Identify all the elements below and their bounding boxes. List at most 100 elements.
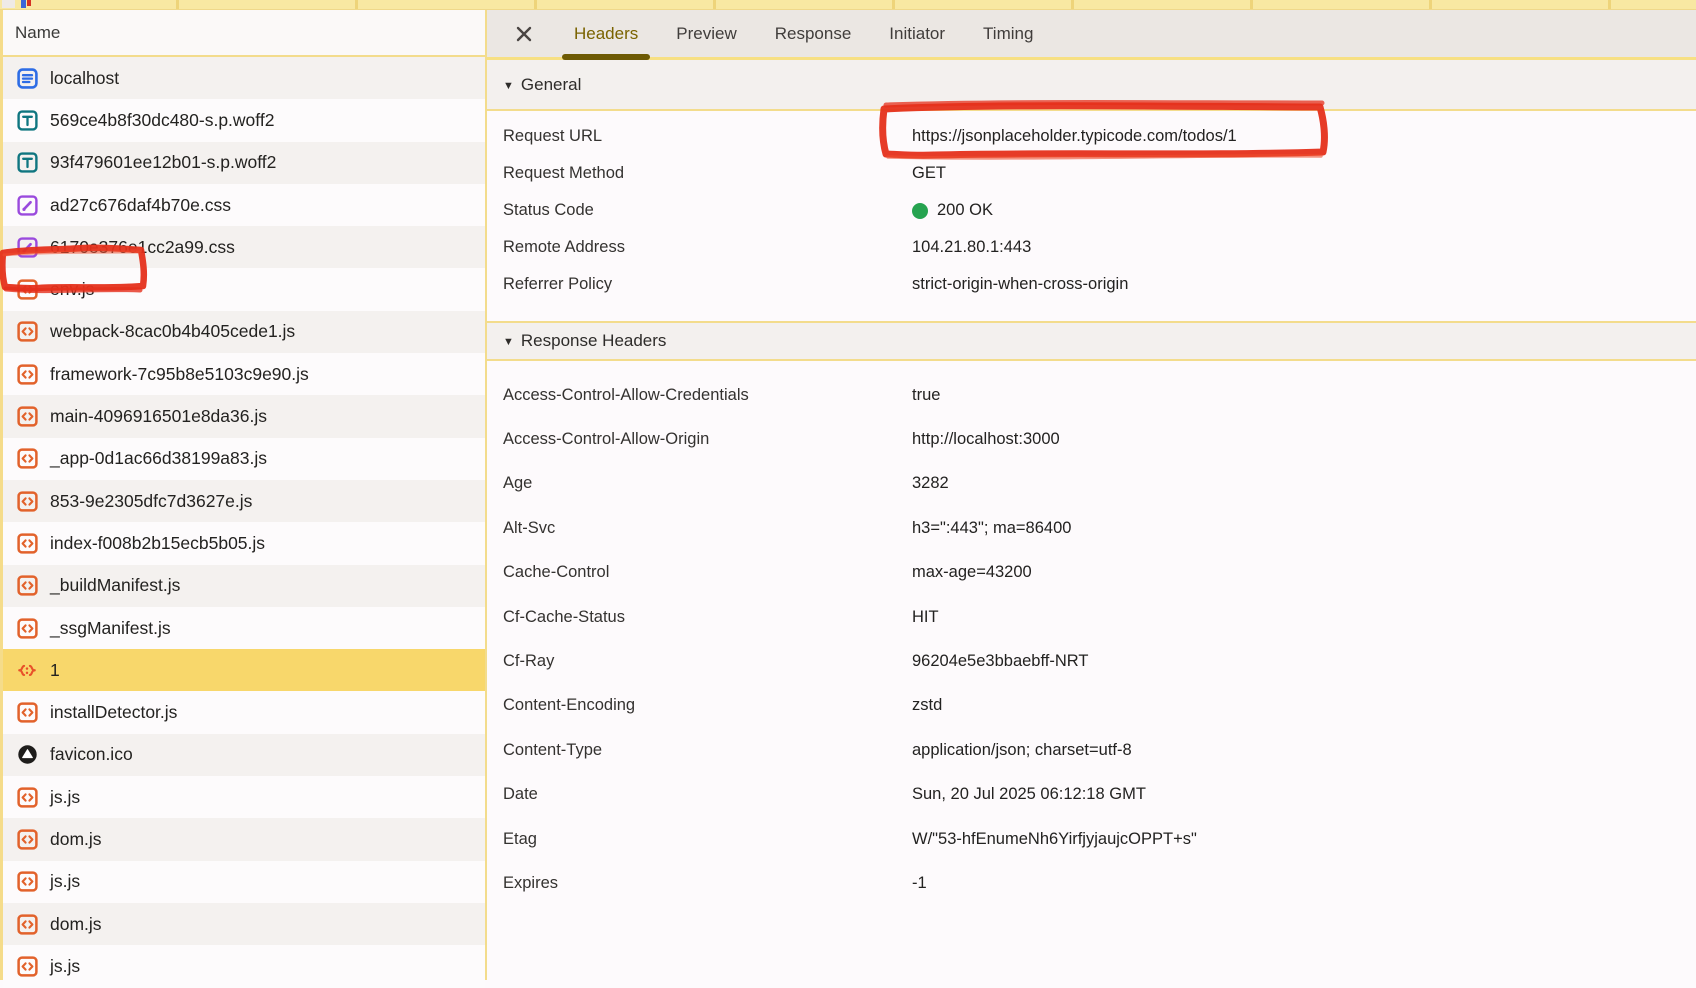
general-section-body: Request URLhttps://jsonplaceholder.typic…: [487, 111, 1696, 303]
network-request-row-dom.js[interactable]: dom.js: [3, 903, 485, 945]
header-row-date: DateSun, 20 Jul 2025 06:12:18 GMT: [487, 773, 1696, 817]
network-request-row-main-4096916501e8da36.js[interactable]: main-4096916501e8da36.js: [3, 395, 485, 437]
tab-preview[interactable]: Preview: [676, 10, 736, 57]
general-section-header[interactable]: ▼ General: [487, 60, 1696, 111]
network-request-row-dom.js[interactable]: dom.js: [3, 818, 485, 860]
network-request-row-js.js[interactable]: js.js: [3, 776, 485, 818]
header-value: zstd: [912, 696, 942, 715]
header-name: Request URL: [503, 127, 912, 146]
network-request-row-installDetector.js[interactable]: installDetector.js: [3, 691, 485, 733]
request-name-label: env.js: [50, 279, 94, 300]
request-name-label: 6170e376e1cc2a99.css: [50, 237, 235, 258]
header-row-cf-ray: Cf-Ray96204e5e3bbaebff-NRT: [487, 639, 1696, 683]
request-name-label: webpack-8cac0b4b405cede1.js: [50, 321, 295, 342]
name-column-label: Name: [15, 23, 60, 43]
overview-gap: [2, 0, 15, 8]
network-request-row-569ce4b8f30dc480-s.p.woff2[interactable]: 569ce4b8f30dc480-s.p.woff2: [3, 99, 485, 141]
header-name: Request Method: [503, 164, 912, 183]
script-icon: [16, 448, 38, 470]
header-value: Sun, 20 Jul 2025 06:12:18 GMT: [912, 785, 1146, 804]
network-request-row-_ssgManifest.js[interactable]: _ssgManifest.js: [3, 607, 485, 649]
header-value: HIT: [912, 608, 939, 627]
header-row-remote-address: Remote Address104.21.80.1:443: [487, 229, 1696, 266]
request-name-label: framework-7c95b8e5103c9e90.js: [50, 364, 309, 385]
network-request-row-framework-7c95b8e5103c9e90.js[interactable]: framework-7c95b8e5103c9e90.js: [3, 353, 485, 395]
triangle-down-icon: ▼: [503, 336, 514, 348]
network-request-row-env.js[interactable]: env.js: [3, 268, 485, 310]
script-icon: [16, 955, 38, 977]
general-section-title: General: [521, 75, 581, 95]
script-icon: [16, 279, 38, 301]
response-headers-section-body: Access-Control-Allow-CredentialstrueAcce…: [487, 361, 1696, 906]
header-name: Expires: [503, 874, 912, 893]
request-name-label: ad27c676daf4b70e.css: [50, 195, 231, 216]
tab-initiator[interactable]: Initiator: [889, 10, 945, 57]
network-overview-strip[interactable]: [0, 0, 1696, 10]
request-details-panel: Headers Preview Response Initiator Timing ▼ …: [487, 10, 1696, 980]
header-row-age: Age3282: [487, 462, 1696, 506]
script-icon: [16, 321, 38, 343]
request-name-label: dom.js: [50, 914, 102, 935]
request-name-label: installDetector.js: [50, 702, 177, 723]
header-name: Cf-Ray: [503, 652, 912, 671]
request-name-label: 569ce4b8f30dc480-s.p.woff2: [50, 110, 274, 131]
details-tab-bar: Headers Preview Response Initiator Timing: [487, 10, 1696, 60]
close-icon: [514, 24, 534, 44]
network-request-row-853-9e2305dfc7d3627e.js[interactable]: 853-9e2305dfc7d3627e.js: [3, 480, 485, 522]
header-row-cache-control: Cache-Controlmax-age=43200: [487, 551, 1696, 595]
header-name: Access-Control-Allow-Credentials: [503, 386, 912, 405]
stylesheet-icon: [16, 194, 38, 216]
header-value: true: [912, 386, 940, 405]
header-value: W/"53-hfEnumeNh6YirfjyjaujcOPPT+s": [912, 830, 1197, 849]
header-row-request-method: Request MethodGET: [487, 155, 1696, 192]
header-name: Referrer Policy: [503, 275, 912, 294]
network-request-row-1[interactable]: 1: [3, 649, 485, 691]
network-request-row-_app-0d1ac66d38199a83.js[interactable]: _app-0d1ac66d38199a83.js: [3, 438, 485, 480]
triangle-down-icon: ▼: [503, 80, 514, 92]
header-name: Date: [503, 785, 912, 804]
script-icon: [16, 617, 38, 639]
network-request-row-js.js[interactable]: js.js: [3, 945, 485, 987]
close-details-button[interactable]: [510, 20, 538, 48]
script-icon: [16, 786, 38, 808]
request-name-label: js.js: [50, 871, 80, 892]
header-value: 96204e5e3bbaebff-NRT: [912, 652, 1088, 671]
header-value: https://jsonplaceholder.typicode.com/tod…: [912, 127, 1237, 146]
network-request-row-93f479601ee12b01-s.p.woff2[interactable]: 93f479601ee12b01-s.p.woff2: [3, 142, 485, 184]
header-row-access-control-allow-credentials: Access-Control-Allow-Credentialstrue: [487, 373, 1696, 417]
network-request-row-ad27c676daf4b70e.css[interactable]: ad27c676daf4b70e.css: [3, 184, 485, 226]
request-name-label: localhost: [50, 68, 119, 89]
request-name-label: 93f479601ee12b01-s.p.woff2: [50, 152, 276, 173]
header-value: GET: [912, 164, 946, 183]
overview-blue-mark: [21, 0, 26, 8]
header-value: 3282: [912, 474, 949, 493]
network-request-row-js.js[interactable]: js.js: [3, 861, 485, 903]
header-name: Alt-Svc: [503, 519, 912, 538]
header-name: Content-Type: [503, 741, 912, 760]
tab-headers[interactable]: Headers: [574, 10, 638, 57]
request-name-label: _app-0d1ac66d38199a83.js: [50, 448, 267, 469]
header-row-expires: Expires-1: [487, 861, 1696, 905]
header-row-cf-cache-status: Cf-Cache-StatusHIT: [487, 595, 1696, 639]
request-name-label: 853-9e2305dfc7d3627e.js: [50, 491, 252, 512]
tab-timing[interactable]: Timing: [983, 10, 1033, 57]
header-row-request-url: Request URLhttps://jsonplaceholder.typic…: [487, 118, 1696, 155]
request-name-label: 1: [50, 660, 60, 681]
network-request-row-webpack-8cac0b4b405cede1.js[interactable]: webpack-8cac0b4b405cede1.js: [3, 311, 485, 353]
network-request-row-favicon.ico[interactable]: favicon.ico: [3, 734, 485, 776]
network-request-row-6170e376e1cc2a99.css[interactable]: 6170e376e1cc2a99.css: [3, 226, 485, 268]
header-name: Cf-Cache-Status: [503, 608, 912, 627]
status-ok-dot-icon: [912, 203, 928, 219]
response-headers-section-header[interactable]: ▼ Response Headers: [487, 321, 1696, 361]
header-name: Remote Address: [503, 238, 912, 257]
header-name: Etag: [503, 830, 912, 849]
header-name: Age: [503, 474, 912, 493]
network-request-row-_buildManifest.js[interactable]: _buildManifest.js: [3, 565, 485, 607]
response-headers-section-title: Response Headers: [521, 331, 667, 351]
network-request-row-localhost[interactable]: localhost: [3, 57, 485, 99]
tab-response[interactable]: Response: [775, 10, 852, 57]
network-request-row-index-f008b2b15ecb5b05.js[interactable]: index-f008b2b15ecb5b05.js: [3, 522, 485, 564]
header-value: strict-origin-when-cross-origin: [912, 275, 1128, 294]
name-column-header[interactable]: Name: [3, 10, 485, 57]
stylesheet-icon: [16, 236, 38, 258]
